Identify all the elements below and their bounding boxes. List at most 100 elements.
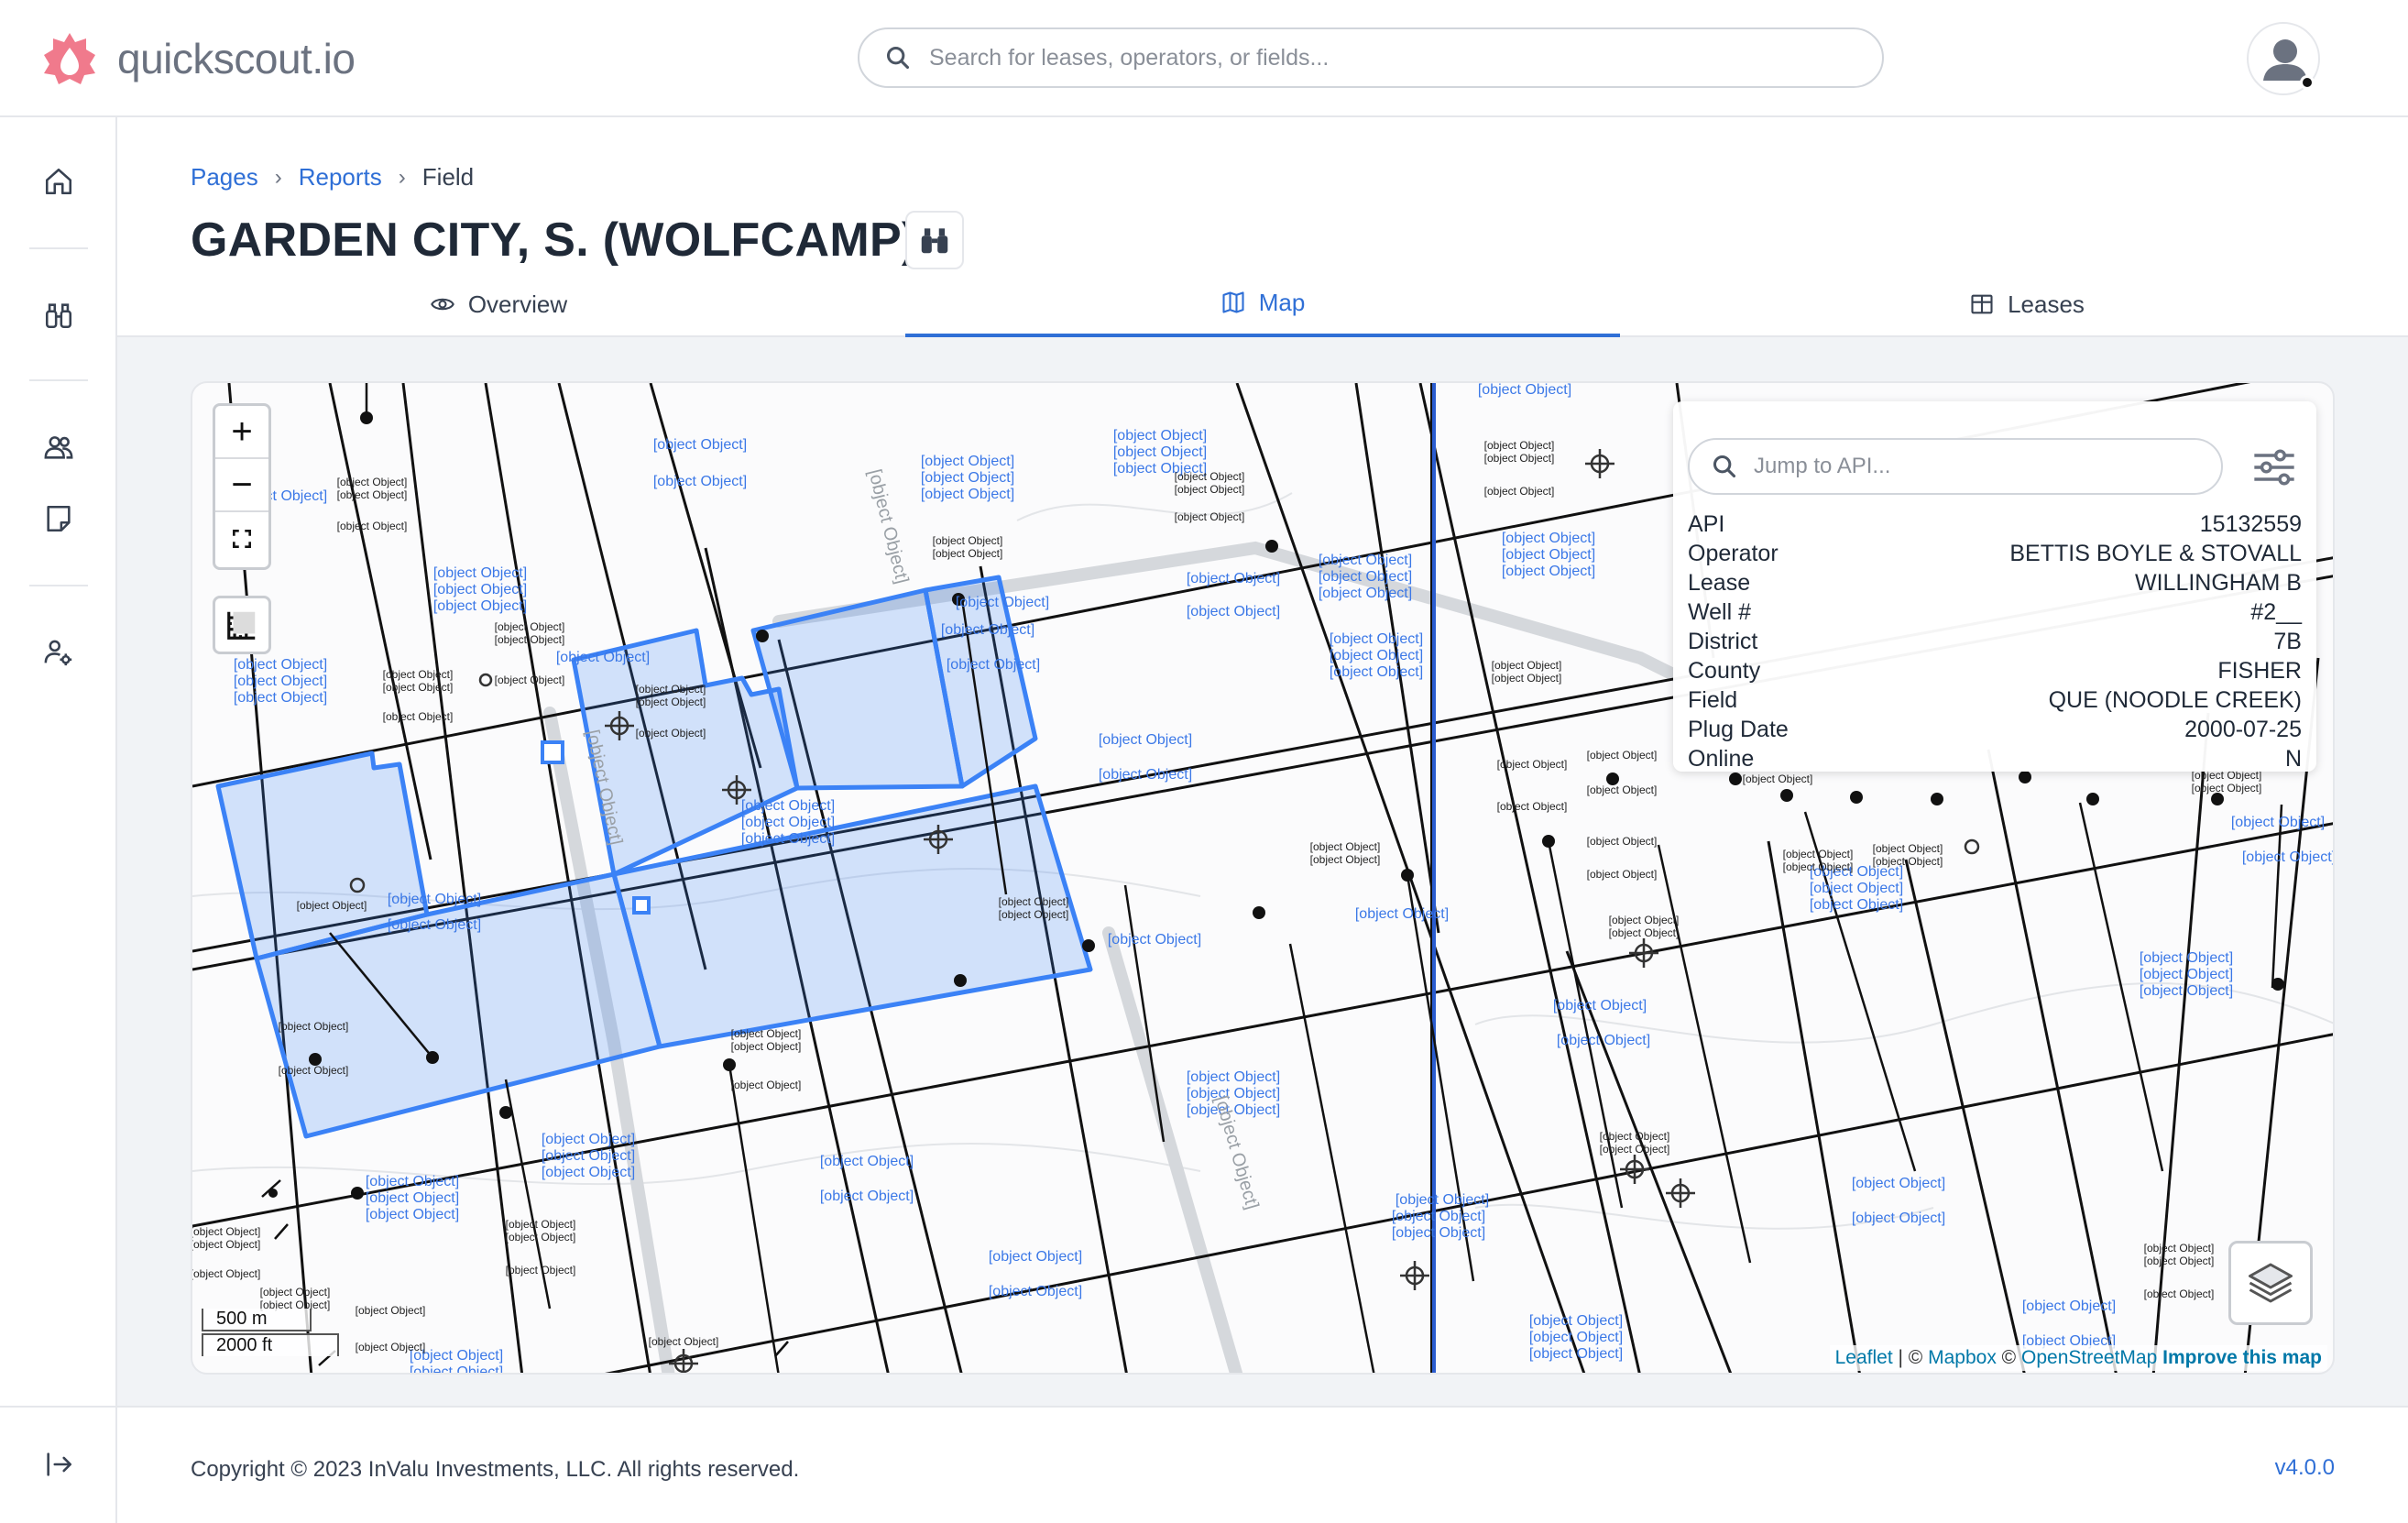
sidebar-item-user-settings[interactable] <box>40 634 77 671</box>
mapbox-link[interactable]: Mapbox <box>1928 1347 1997 1368</box>
operator-label: [object Object] <box>1484 452 1555 465</box>
map-label: [object Object] <box>1319 569 1412 585</box>
zoom-in-button[interactable]: + <box>215 406 268 459</box>
api-search[interactable] <box>1688 438 2223 495</box>
status-indicator <box>2300 75 2315 90</box>
page-header: Pages › Reports › Field GARDEN CITY, S. … <box>117 117 2408 337</box>
filter-button[interactable] <box>2247 440 2302 495</box>
map-label: [object Object] <box>542 1148 635 1164</box>
zoom-out-button[interactable]: − <box>215 459 268 512</box>
operator-label: [object Object] <box>1873 855 1943 868</box>
attribute-value: #2__ <box>2250 599 2302 625</box>
operator-label: [object Object] <box>495 674 565 686</box>
map-label: [object Object] <box>989 1249 1082 1265</box>
operator-label: [object Object] <box>1175 510 1245 523</box>
sidebar-divider <box>29 247 88 249</box>
attribute-value: WILLINGHAM B <box>2135 570 2302 596</box>
map-label: [object Object] <box>653 474 747 489</box>
operator-label: [object Object] <box>999 908 1069 921</box>
map-label: [object Object] <box>1529 1313 1623 1329</box>
operator-label: [object Object] <box>636 683 706 696</box>
tab-leases-label: Leases <box>2008 290 2085 318</box>
attribute-row-api: API 15132559 <box>1688 509 2302 539</box>
operator-label: [object Object] <box>1484 439 1555 452</box>
sidebar-item-notes[interactable] <box>40 500 77 537</box>
well-attributes: API 15132559 Operator BETTIS BOYLE & STOVA… <box>1688 509 2302 773</box>
attribute-label: Lease <box>1688 570 1751 596</box>
map-label: [object Object] <box>1502 547 1595 563</box>
openstreetmap-link[interactable]: OpenStreetMap <box>2021 1347 2157 1368</box>
map-label: [object Object] <box>1319 586 1412 601</box>
operator-label: [object Object] <box>1587 749 1658 762</box>
tab-map[interactable]: Map <box>905 271 1620 337</box>
operator-label: [object Object] <box>1600 1143 1670 1156</box>
operator-label: [object Object] <box>731 1027 802 1040</box>
operator-label: [object Object] <box>260 1286 331 1298</box>
operator-label: [object Object] <box>356 1341 426 1353</box>
breadcrumb: Pages › Reports › Field <box>191 163 474 192</box>
map-label: [object Object] <box>1852 1211 1945 1226</box>
global-search[interactable] <box>858 27 1884 88</box>
operator-label: [object Object] <box>279 1064 349 1077</box>
map-label: [object Object] <box>1557 1033 1650 1048</box>
measure-button[interactable] <box>213 596 271 654</box>
leaflet-link[interactable]: Leaflet <box>1835 1347 1893 1368</box>
map-label: [object Object] <box>1396 1192 1489 1208</box>
layers-icon <box>2249 1263 2293 1303</box>
operator-label: [object Object] <box>731 1079 802 1091</box>
map-label: [object Object] <box>2231 815 2325 830</box>
scout-button[interactable] <box>905 211 964 269</box>
sidebar-divider <box>0 1406 117 1408</box>
fullscreen-button[interactable] <box>215 512 268 565</box>
home-icon <box>45 168 72 195</box>
map-label: [object Object] <box>1553 998 1647 1014</box>
operator-label: [object Object] <box>1609 926 1680 939</box>
sidebar-collapse-button[interactable] <box>40 1446 77 1483</box>
operator-label: [object Object] <box>1609 914 1680 926</box>
breadcrumb-pages[interactable]: Pages <box>191 163 258 192</box>
copyright-text: Copyright © 2023 InValu Investments, LLC… <box>191 1457 800 1482</box>
eye-icon <box>430 291 455 317</box>
breadcrumb-reports[interactable]: Reports <box>299 163 382 192</box>
attribute-label: Online <box>1688 746 1755 772</box>
operator-label: [object Object] <box>1492 672 1562 685</box>
map-label: [object Object] <box>234 657 327 673</box>
logo[interactable]: quickscout.io <box>40 27 356 90</box>
map-label: [object Object] <box>2140 950 2233 966</box>
tab-leases[interactable]: Leases <box>1646 271 2408 337</box>
lease-map[interactable]: [object Object] [object Object] [object … <box>191 381 2335 1375</box>
search-icon <box>1713 455 1736 478</box>
api-search-input[interactable] <box>1754 454 2212 479</box>
map-label: [object Object] <box>947 657 1040 673</box>
zoom-control: + − <box>213 403 271 570</box>
layers-button[interactable] <box>2228 1241 2313 1325</box>
chevron-right-icon: › <box>398 164 406 190</box>
operator-label: [object Object] <box>649 1335 719 1348</box>
sidebar-item-binoculars[interactable] <box>40 297 77 334</box>
global-search-input[interactable] <box>929 44 1809 71</box>
map-label: [object Object] <box>2242 849 2335 865</box>
page-title: GARDEN CITY, S. (WOLFCAMP) <box>191 214 918 267</box>
map-label: [object Object] <box>956 595 1049 610</box>
improve-map-link[interactable]: Improve this map <box>2162 1347 2322 1368</box>
map-label: [object Object] <box>741 831 835 847</box>
map-label: [object Object] <box>1187 571 1280 586</box>
attribute-value: QUE (NOODLE CREEK) <box>2048 687 2302 713</box>
breadcrumb-field: Field <box>421 163 475 191</box>
map-label: [object Object] <box>1502 564 1595 579</box>
attribution-separator: © <box>1996 1347 2021 1368</box>
operator-label: [object Object] <box>1743 772 1813 785</box>
operator-label: [object Object] <box>1783 848 1854 860</box>
attribute-row-operator: Operator BETTIS BOYLE & STOVALL <box>1688 539 2302 568</box>
map-label: [object Object] <box>1529 1330 1623 1345</box>
sidebar-item-home[interactable] <box>40 163 77 200</box>
operator-label: [object Object] <box>731 1040 802 1053</box>
tab-overview[interactable]: Overview <box>117 271 880 337</box>
map-label: [object Object] <box>433 598 527 614</box>
operator-label: [object Object] <box>506 1218 576 1231</box>
attribute-row-online: Online N <box>1688 744 2302 773</box>
binoculars-icon <box>45 303 72 329</box>
operator-label: [object Object] <box>495 633 565 646</box>
map-label: [object Object] <box>921 454 1014 469</box>
sidebar-item-users[interactable] <box>40 429 77 466</box>
